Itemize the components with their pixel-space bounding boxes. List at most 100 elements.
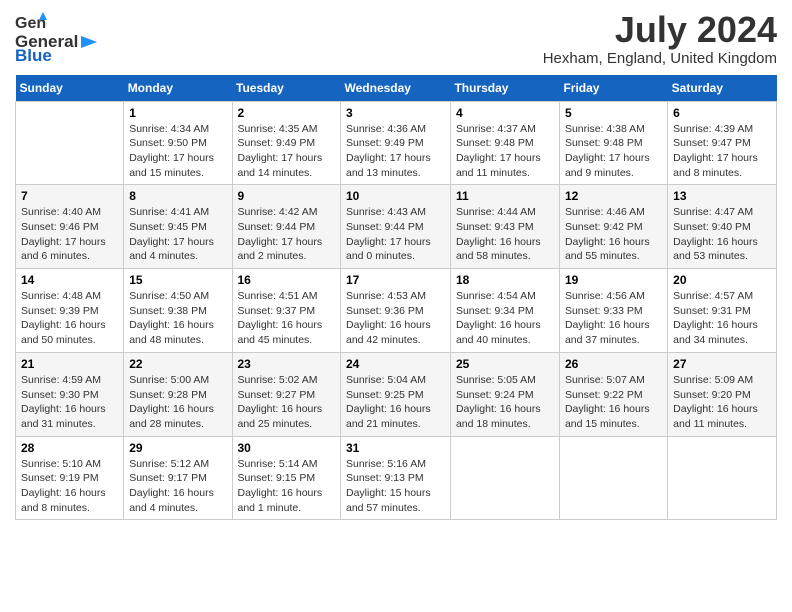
- day-content: Sunrise: 4:44 AM Sunset: 9:43 PM Dayligh…: [456, 205, 554, 264]
- day-header-saturday: Saturday: [668, 75, 777, 102]
- calendar-cell: 5 Sunrise: 4:38 AM Sunset: 9:48 PM Daylig…: [559, 101, 667, 185]
- day-content: Sunrise: 5:09 AM Sunset: 9:20 PM Dayligh…: [673, 373, 771, 432]
- calendar-cell: 14 Sunrise: 4:48 AM Sunset: 9:39 PM Dayli…: [16, 269, 124, 353]
- day-number: 16: [238, 273, 336, 287]
- day-number: 11: [456, 189, 554, 203]
- calendar-cell: [450, 436, 559, 520]
- logo-blue: Blue: [15, 46, 52, 66]
- calendar-cell: 29Sunrise: 5:12 AM Sunset: 9:17 PM Dayli…: [124, 436, 232, 520]
- day-content: Sunrise: 4:53 AM Sunset: 9:36 PM Dayligh…: [346, 289, 445, 348]
- day-number: 5: [565, 106, 662, 120]
- day-header-thursday: Thursday: [450, 75, 559, 102]
- page-header: General General Blue July 2024 Hexham, E…: [15, 10, 777, 67]
- calendar-cell: 26 Sunrise: 5:07 AM Sunset: 9:22 PM Dayli…: [559, 352, 667, 436]
- day-number: 17: [346, 273, 445, 287]
- day-number: 9: [238, 189, 336, 203]
- calendar-cell: 17 Sunrise: 4:53 AM Sunset: 9:36 PM Dayli…: [341, 269, 451, 353]
- day-number: 13: [673, 189, 771, 203]
- day-content: Sunrise: 5:12 AM Sunset: 9:17 PM Dayligh…: [129, 457, 226, 516]
- logo-flag-icon: [79, 34, 99, 50]
- day-content: Sunrise: 4:34 AM Sunset: 9:50 PM Dayligh…: [129, 122, 226, 181]
- day-content: Sunrise: 4:43 AM Sunset: 9:44 PM Dayligh…: [346, 205, 445, 264]
- day-number: 7: [21, 189, 118, 203]
- calendar-cell: 13 Sunrise: 4:47 AM Sunset: 9:40 PM Dayli…: [668, 185, 777, 269]
- day-number: 3: [346, 106, 445, 120]
- day-content: Sunrise: 4:47 AM Sunset: 9:40 PM Dayligh…: [673, 205, 771, 264]
- calendar-cell: [668, 436, 777, 520]
- day-content: Sunrise: 4:41 AM Sunset: 9:45 PM Dayligh…: [129, 205, 226, 264]
- week-row-1: 1 Sunrise: 4:34 AM Sunset: 9:50 PM Daylig…: [16, 101, 777, 185]
- day-header-friday: Friday: [559, 75, 667, 102]
- day-content: Sunrise: 4:59 AM Sunset: 9:30 PM Dayligh…: [21, 373, 118, 432]
- day-content: Sunrise: 4:56 AM Sunset: 9:33 PM Dayligh…: [565, 289, 662, 348]
- day-number: 4: [456, 106, 554, 120]
- calendar-table: SundayMondayTuesdayWednesdayThursdayFrid…: [15, 75, 777, 521]
- week-row-5: 28Sunrise: 5:10 AM Sunset: 9:19 PM Dayli…: [16, 436, 777, 520]
- day-number: 28: [21, 441, 118, 455]
- calendar-cell: 21 Sunrise: 4:59 AM Sunset: 9:30 PM Dayli…: [16, 352, 124, 436]
- day-number: 24: [346, 357, 445, 371]
- day-number: 25: [456, 357, 554, 371]
- day-content: Sunrise: 5:14 AM Sunset: 9:15 PM Dayligh…: [238, 457, 336, 516]
- calendar-cell: 23 Sunrise: 5:02 AM Sunset: 9:27 PM Dayli…: [232, 352, 341, 436]
- day-number: 18: [456, 273, 554, 287]
- day-content: Sunrise: 5:02 AM Sunset: 9:27 PM Dayligh…: [238, 373, 336, 432]
- day-number: 10: [346, 189, 445, 203]
- calendar-cell: 28Sunrise: 5:10 AM Sunset: 9:19 PM Dayli…: [16, 436, 124, 520]
- calendar-cell: 11 Sunrise: 4:44 AM Sunset: 9:43 PM Dayli…: [450, 185, 559, 269]
- header-row: SundayMondayTuesdayWednesdayThursdayFrid…: [16, 75, 777, 102]
- day-header-wednesday: Wednesday: [341, 75, 451, 102]
- day-number: 1: [129, 106, 226, 120]
- week-row-4: 21 Sunrise: 4:59 AM Sunset: 9:30 PM Dayli…: [16, 352, 777, 436]
- calendar-cell: 31Sunrise: 5:16 AM Sunset: 9:13 PM Dayli…: [341, 436, 451, 520]
- month-title: July 2024: [543, 10, 777, 50]
- calendar-cell: [16, 101, 124, 185]
- calendar-cell: [559, 436, 667, 520]
- day-number: 30: [238, 441, 336, 455]
- calendar-cell: 16Sunrise: 4:51 AM Sunset: 9:37 PM Dayli…: [232, 269, 341, 353]
- day-number: 21: [21, 357, 118, 371]
- day-number: 8: [129, 189, 226, 203]
- day-content: Sunrise: 4:40 AM Sunset: 9:46 PM Dayligh…: [21, 205, 118, 264]
- calendar-cell: 24Sunrise: 5:04 AM Sunset: 9:25 PM Dayli…: [341, 352, 451, 436]
- day-content: Sunrise: 4:38 AM Sunset: 9:48 PM Dayligh…: [565, 122, 662, 181]
- day-content: Sunrise: 5:16 AM Sunset: 9:13 PM Dayligh…: [346, 457, 445, 516]
- day-content: Sunrise: 4:35 AM Sunset: 9:49 PM Dayligh…: [238, 122, 336, 181]
- calendar-cell: 19 Sunrise: 4:56 AM Sunset: 9:33 PM Dayli…: [559, 269, 667, 353]
- day-content: Sunrise: 4:54 AM Sunset: 9:34 PM Dayligh…: [456, 289, 554, 348]
- calendar-cell: 2 Sunrise: 4:35 AM Sunset: 9:49 PM Daylig…: [232, 101, 341, 185]
- calendar-cell: 27 Sunrise: 5:09 AM Sunset: 9:20 PM Dayli…: [668, 352, 777, 436]
- day-number: 23: [238, 357, 336, 371]
- week-row-3: 14 Sunrise: 4:48 AM Sunset: 9:39 PM Dayli…: [16, 269, 777, 353]
- calendar-cell: 1 Sunrise: 4:34 AM Sunset: 9:50 PM Daylig…: [124, 101, 232, 185]
- day-number: 22: [129, 357, 226, 371]
- day-number: 14: [21, 273, 118, 287]
- location: Hexham, England, United Kingdom: [543, 50, 777, 67]
- calendar-cell: 30 Sunrise: 5:14 AM Sunset: 9:15 PM Dayli…: [232, 436, 341, 520]
- calendar-cell: 15Sunrise: 4:50 AM Sunset: 9:38 PM Dayli…: [124, 269, 232, 353]
- calendar-cell: 25Sunrise: 5:05 AM Sunset: 9:24 PM Dayli…: [450, 352, 559, 436]
- calendar-cell: 12Sunrise: 4:46 AM Sunset: 9:42 PM Dayli…: [559, 185, 667, 269]
- day-content: Sunrise: 4:36 AM Sunset: 9:49 PM Dayligh…: [346, 122, 445, 181]
- day-content: Sunrise: 4:48 AM Sunset: 9:39 PM Dayligh…: [21, 289, 118, 348]
- day-number: 19: [565, 273, 662, 287]
- title-area: July 2024 Hexham, England, United Kingdo…: [543, 10, 777, 67]
- calendar-cell: 3 Sunrise: 4:36 AM Sunset: 9:49 PM Daylig…: [341, 101, 451, 185]
- day-header-monday: Monday: [124, 75, 232, 102]
- day-content: Sunrise: 5:07 AM Sunset: 9:22 PM Dayligh…: [565, 373, 662, 432]
- week-row-2: 7 Sunrise: 4:40 AM Sunset: 9:46 PM Daylig…: [16, 185, 777, 269]
- calendar-cell: 18 Sunrise: 4:54 AM Sunset: 9:34 PM Dayli…: [450, 269, 559, 353]
- day-number: 6: [673, 106, 771, 120]
- calendar-cell: 8 Sunrise: 4:41 AM Sunset: 9:45 PM Daylig…: [124, 185, 232, 269]
- day-header-sunday: Sunday: [16, 75, 124, 102]
- day-content: Sunrise: 4:46 AM Sunset: 9:42 PM Dayligh…: [565, 205, 662, 264]
- day-content: Sunrise: 4:57 AM Sunset: 9:31 PM Dayligh…: [673, 289, 771, 348]
- calendar-cell: 10 Sunrise: 4:43 AM Sunset: 9:44 PM Dayli…: [341, 185, 451, 269]
- day-content: Sunrise: 4:42 AM Sunset: 9:44 PM Dayligh…: [238, 205, 336, 264]
- day-number: 20: [673, 273, 771, 287]
- calendar-cell: 22Sunrise: 5:00 AM Sunset: 9:28 PM Dayli…: [124, 352, 232, 436]
- day-number: 27: [673, 357, 771, 371]
- logo: General General Blue: [15, 10, 100, 66]
- day-number: 26: [565, 357, 662, 371]
- day-number: 2: [238, 106, 336, 120]
